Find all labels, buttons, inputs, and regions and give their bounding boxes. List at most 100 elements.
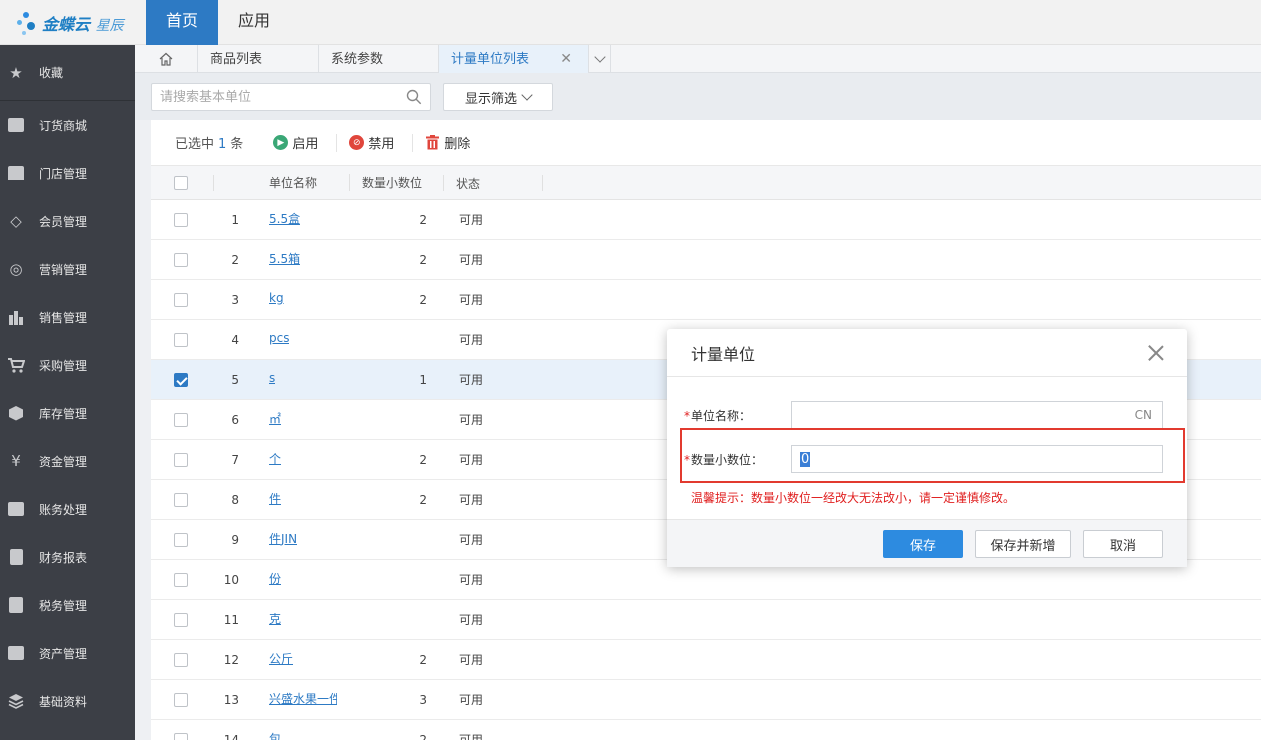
row-status: 可用: [459, 413, 484, 427]
search-box: [151, 83, 431, 111]
row-checkbox[interactable]: [174, 332, 188, 347]
unit-name-input[interactable]: [792, 403, 1122, 427]
row-status: 可用: [459, 453, 484, 467]
unit-name-link[interactable]: kg: [269, 291, 284, 305]
disable-button[interactable]: ⊘ 禁用: [336, 133, 394, 152]
table-row[interactable]: 14 包 2 可用: [151, 720, 1261, 740]
unit-name-link[interactable]: pcs: [269, 331, 289, 345]
sidebar-item-financial-reports[interactable]: 财务报表: [0, 533, 135, 581]
decimals-label: *数量小数位：: [684, 452, 764, 467]
unit-name-link[interactable]: s: [269, 371, 275, 385]
sidebar-item-assets[interactable]: 资产管理: [0, 629, 135, 677]
close-icon[interactable]: ✕: [560, 46, 572, 73]
decimals-input[interactable]: 0: [800, 451, 811, 467]
filter-toggle-button[interactable]: 显示筛选: [443, 83, 553, 111]
sidebar-item-accounting[interactable]: 账务处理: [0, 485, 135, 533]
tab-home[interactable]: [135, 45, 198, 73]
decimals-field[interactable]: 0: [791, 445, 1163, 473]
unit-name-link[interactable]: 兴盛水果一件: [269, 690, 337, 707]
sidebar-item-basic-data[interactable]: 基础资料: [0, 677, 135, 725]
search-input[interactable]: [152, 84, 392, 110]
row-decimals: 2: [419, 292, 427, 307]
sidebar-item-store[interactable]: 门店管理: [0, 149, 135, 197]
unit-name-link[interactable]: 份: [269, 570, 281, 587]
row-checkbox[interactable]: [174, 652, 188, 667]
table-row[interactable]: 13 兴盛水果一件 3 可用: [151, 680, 1261, 720]
sidebar-item-sales[interactable]: 销售管理: [0, 293, 135, 341]
enable-button[interactable]: ▶ 启用: [273, 134, 318, 152]
unit-name-label: *单位名称：: [684, 408, 752, 423]
row-checkbox[interactable]: [174, 292, 188, 307]
table-row[interactable]: 12 公斤 2 可用: [151, 640, 1261, 680]
box-icon: [6, 404, 26, 422]
unit-name-link[interactable]: 包: [269, 730, 281, 740]
home-icon: [159, 52, 173, 66]
row-decimals: 2: [419, 252, 427, 267]
row-status: 可用: [459, 253, 484, 267]
row-checkbox[interactable]: [174, 452, 188, 467]
sidebar-item-purchasing[interactable]: 采购管理: [0, 341, 135, 389]
sidebar-item-favorites[interactable]: ★ 收藏: [0, 45, 135, 101]
unit-name-link[interactable]: 个: [269, 450, 281, 467]
search-icon[interactable]: [406, 89, 422, 105]
sidebar-item-label: 资产管理: [39, 646, 88, 661]
tab-product-list[interactable]: 商品列表: [198, 45, 319, 73]
delete-button[interactable]: 删除: [412, 133, 470, 152]
language-suffix[interactable]: CN: [1135, 408, 1152, 422]
row-decimals: 2: [419, 652, 427, 667]
store-icon: [6, 164, 26, 182]
unit-name-link[interactable]: 公斤: [269, 650, 293, 667]
sidebar-item-members[interactable]: ◇ 会员管理: [0, 197, 135, 245]
table-row[interactable]: 11 克 可用: [151, 600, 1261, 640]
row-checkbox[interactable]: [174, 532, 188, 547]
close-icon[interactable]: [1147, 344, 1165, 362]
table-row[interactable]: 1 5.5盒 2 可用: [151, 200, 1261, 240]
row-index: 7: [231, 452, 239, 467]
chevron-down-icon: [593, 51, 606, 63]
row-checkbox[interactable]: [174, 732, 188, 740]
unit-name-link[interactable]: 5.5箱: [269, 250, 300, 267]
unit-name-link[interactable]: 件: [269, 490, 281, 507]
tabs-more-button[interactable]: [589, 45, 611, 73]
row-checkbox[interactable]: [174, 492, 188, 507]
sidebar-item-marketing[interactable]: ◎ 营销管理: [0, 245, 135, 293]
cancel-button[interactable]: 取消: [1083, 530, 1163, 558]
row-checkbox[interactable]: [174, 572, 188, 587]
row-status: 可用: [459, 333, 484, 347]
column-header-decimals[interactable]: 数量小数位: [349, 174, 443, 191]
report-icon: [6, 548, 26, 566]
sidebar-item-funds[interactable]: ¥ 资金管理: [0, 437, 135, 485]
unit-name-link[interactable]: 件JIN: [269, 530, 297, 547]
row-checkbox[interactable]: [174, 412, 188, 427]
unit-name-row: *单位名称： CN: [667, 401, 1187, 429]
row-checkbox[interactable]: [174, 212, 188, 227]
sidebar-item-inventory[interactable]: 库存管理: [0, 389, 135, 437]
topnav-home[interactable]: 首页: [146, 0, 219, 45]
select-all-checkbox[interactable]: [174, 175, 188, 190]
table-header: 单位名称 数量小数位 状态: [151, 166, 1261, 200]
tax-icon: [6, 596, 26, 614]
row-checkbox[interactable]: [174, 252, 188, 267]
app-logo[interactable]: 金蝶云 星辰: [0, 0, 146, 45]
table-row[interactable]: 3 kg 2 可用: [151, 280, 1261, 320]
column-header-status[interactable]: 状态: [443, 174, 543, 191]
unit-name-link[interactable]: 克: [269, 610, 281, 627]
row-checkbox[interactable]: [174, 692, 188, 707]
unit-name-field: CN: [791, 401, 1163, 429]
tab-unit-list[interactable]: 计量单位列表 ✕: [439, 45, 589, 73]
row-checkbox[interactable]: [174, 612, 188, 627]
brand-main: 金蝶云: [42, 14, 91, 34]
row-status: 可用: [459, 373, 484, 387]
sidebar-item-ordering-mall[interactable]: 订货商城: [0, 101, 135, 149]
save-button[interactable]: 保存: [883, 530, 963, 558]
column-header-name[interactable]: 单位名称: [269, 174, 349, 191]
sidebar-item-tax[interactable]: 税务管理: [0, 581, 135, 629]
row-checkbox[interactable]: [174, 372, 188, 387]
save-and-new-button[interactable]: 保存并新增: [975, 530, 1071, 558]
row-status: 可用: [459, 493, 484, 507]
unit-name-link[interactable]: ㎡: [269, 410, 281, 427]
table-row[interactable]: 2 5.5箱 2 可用: [151, 240, 1261, 280]
tab-system-params[interactable]: 系统参数: [319, 45, 439, 73]
topnav-apps[interactable]: 应用: [218, 0, 290, 45]
unit-name-link[interactable]: 5.5盒: [269, 210, 300, 227]
